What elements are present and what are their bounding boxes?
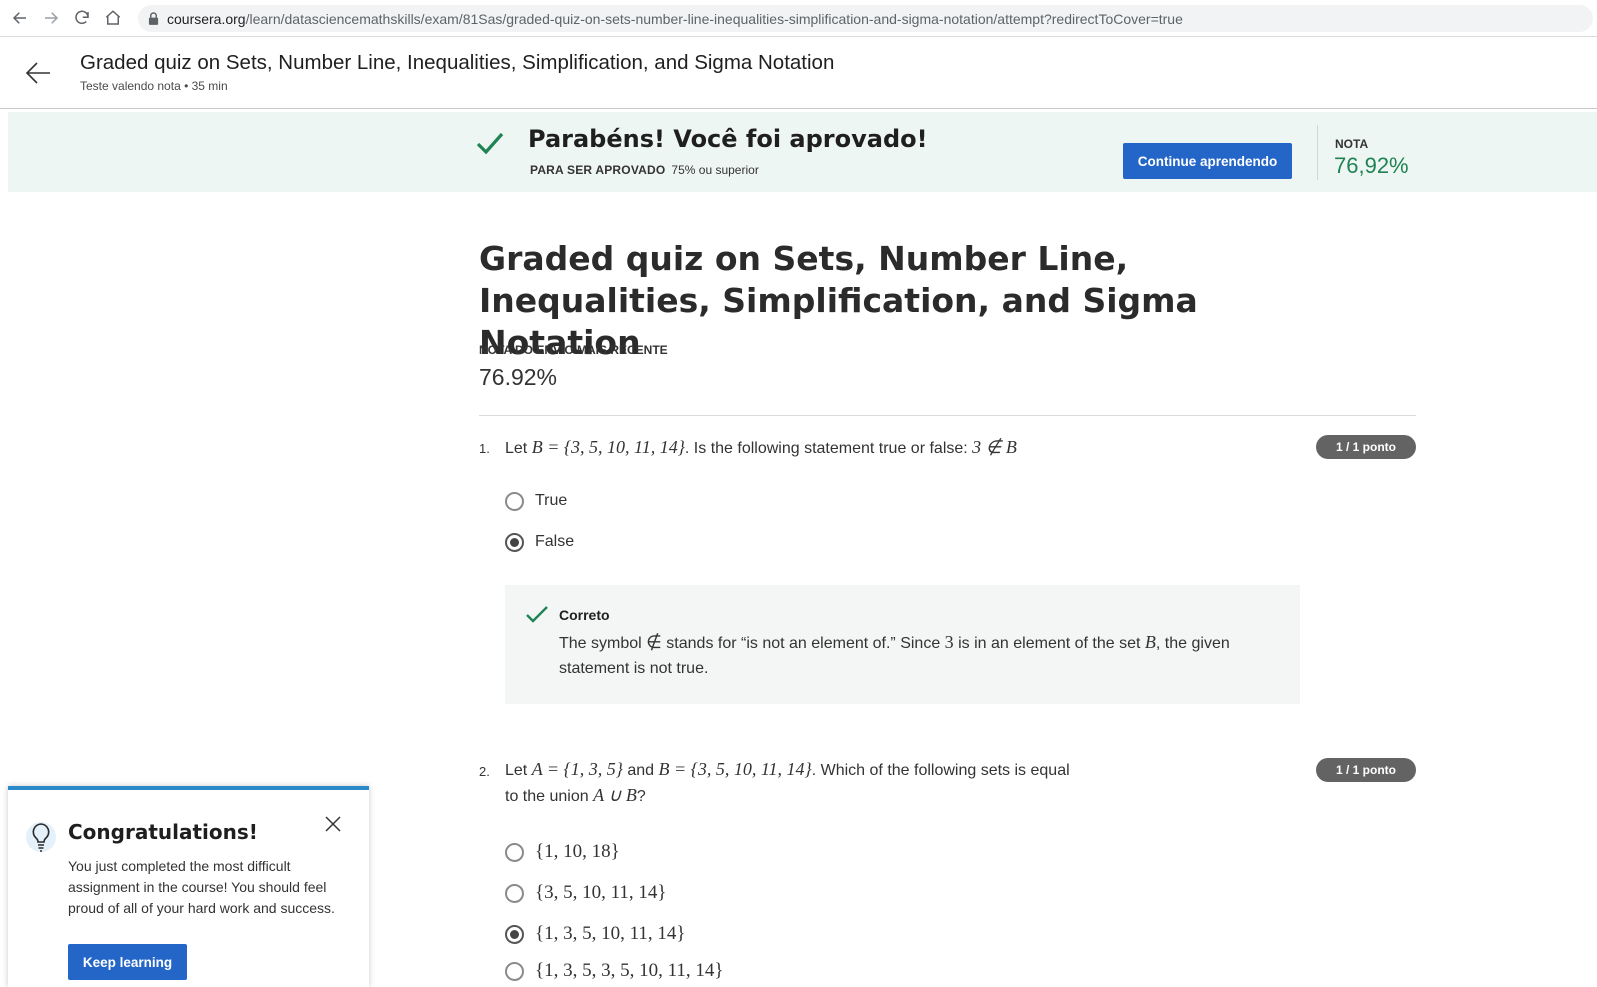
forward-icon[interactable] <box>40 7 62 29</box>
feedback-text: The symbol ∉ stands for “is not an eleme… <box>559 632 1230 677</box>
radio-button[interactable] <box>505 961 524 981</box>
toast-body: You just completed the most difficult as… <box>68 858 335 916</box>
back-icon[interactable] <box>9 7 31 29</box>
recent-submission-label: NOTA DO ENVIO MAIS RECENTE <box>479 343 668 357</box>
question-text: Let A = {1, 3, 5} and B = {3, 5, 10, 11,… <box>505 759 1070 805</box>
check-icon <box>526 606 548 623</box>
radio-button[interactable] <box>505 842 524 862</box>
score-badge: 1 / 1 ponto <box>1316 758 1416 782</box>
divider <box>479 415 1416 416</box>
option-2[interactable]: {3, 5, 10, 11, 14} <box>505 880 667 906</box>
pass-title: Parabéns! Você foi aprovado! <box>528 125 928 153</box>
option-3[interactable]: {1, 3, 5, 10, 11, 14} <box>505 921 686 947</box>
lightbulb-icon <box>26 820 56 854</box>
browser-toolbar: coursera.org/learn/datasciencemathskills… <box>0 0 1597 37</box>
reload-icon[interactable] <box>71 7 93 29</box>
pass-value: 75% ou superior <box>671 163 759 177</box>
question-number: 1. <box>479 441 490 456</box>
continue-learning-button[interactable]: Continue aprendendo <box>1123 143 1292 179</box>
toast-title: Congratulations! <box>68 820 258 844</box>
radio-button-selected[interactable] <box>505 924 524 944</box>
page-header: Graded quiz on Sets, Number Line, Inequa… <box>0 37 1597 109</box>
option-1[interactable]: {1, 10, 18} <box>505 839 620 865</box>
radio-button[interactable] <box>505 491 524 511</box>
header-title: Graded quiz on Sets, Number Line, Inequa… <box>80 51 835 74</box>
option-false[interactable]: False <box>505 529 574 555</box>
option-true[interactable]: True <box>505 488 567 514</box>
feedback-title: Correto <box>559 607 610 623</box>
feedback-box: Correto The symbol ∉ stands for “is not … <box>505 585 1300 704</box>
pass-label: PARA SER APROVADO <box>530 163 666 177</box>
grade-value: 76,92% <box>1334 153 1409 178</box>
grade-label: NOTA <box>1335 137 1369 151</box>
lock-icon <box>148 12 159 25</box>
recent-submission-value: 76.92% <box>479 364 558 390</box>
score-badge: 1 / 1 ponto <box>1316 435 1416 459</box>
question-number: 2. <box>479 764 490 779</box>
radio-button-selected[interactable] <box>505 532 524 552</box>
congratulations-toast: Congratulations! You just completed the … <box>8 786 369 987</box>
option-4[interactable]: {1, 3, 5, 3, 5, 10, 11, 14} <box>505 958 724 984</box>
header-subtitle: Teste valendo nota • 35 min <box>80 79 228 93</box>
question-text: Let B = {3, 5, 10, 11, 14}. Is the follo… <box>505 437 1017 457</box>
url-text: coursera.org/learn/datasciencemathskills… <box>167 10 1183 27</box>
radio-button[interactable] <box>505 883 524 903</box>
check-icon <box>476 132 504 155</box>
keep-learning-button[interactable]: Keep learning <box>68 944 187 980</box>
back-arrow-icon[interactable] <box>24 59 52 87</box>
address-bar[interactable]: coursera.org/learn/datasciencemathskills… <box>138 5 1593 32</box>
close-icon[interactable] <box>321 812 345 836</box>
divider <box>1317 125 1318 180</box>
pass-requirement: PARA SER APROVADO 75% ou superior <box>530 163 759 177</box>
home-icon[interactable] <box>102 7 124 29</box>
